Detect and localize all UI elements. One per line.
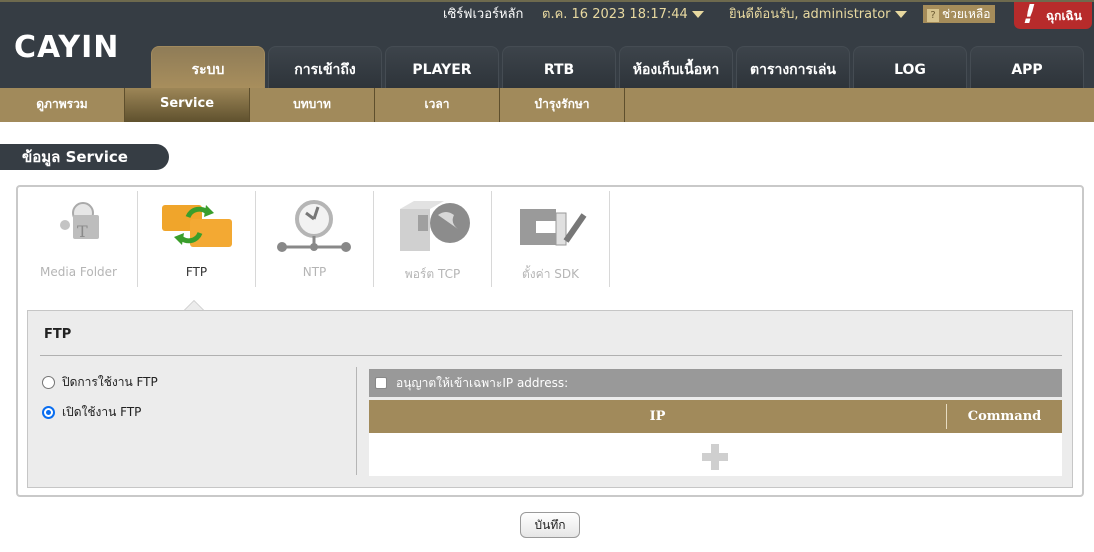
sub-navigation: ดูภาพรวม Service บทบาท เวลา บำรุงรักษา: [0, 88, 1094, 122]
tab-access[interactable]: การเข้าถึง: [268, 46, 382, 90]
subnav-service[interactable]: Service: [125, 88, 250, 122]
ftp-folders-icon: [162, 205, 232, 247]
chevron-down-icon: [691, 11, 704, 18]
service-ftp[interactable]: FTP: [138, 191, 256, 287]
emergency-label: ฉุกเฉิน: [1046, 9, 1082, 23]
datetime-text: ต.ค. 16 2023 18:17:44: [542, 7, 688, 22]
disable-ftp-option[interactable]: ปิดการใช้งาน FTP: [42, 373, 158, 392]
ftp-settings-panel: FTP ปิดการใช้งาน FTP เปิดใช้งาน FTP อนุญ…: [27, 310, 1073, 488]
sdk-tools-icon: [520, 209, 587, 246]
ip-restrict-checkbox[interactable]: [375, 377, 387, 389]
tab-content-storage[interactable]: ห้องเก็บเนื้อหา: [619, 46, 733, 90]
main-tabs: ระบบ การเข้าถึง PLAYER RTB ห้องเก็บเนื้อ…: [151, 46, 1087, 90]
ip-restriction-area: อนุญาตให้เข้าเฉพาะIP address: IP Command: [369, 369, 1062, 476]
service-ntp[interactable]: NTP: [256, 191, 374, 287]
ftp-section-title: FTP: [44, 327, 72, 342]
add-ip-plus-icon[interactable]: [702, 444, 728, 470]
enable-ftp-label: เปิดใช้งาน FTP: [62, 405, 142, 419]
welcome-text: ยินดีต้อนรับ, administrator: [729, 7, 891, 22]
help-label: ช่วยเหลือ: [942, 7, 991, 21]
service-panel: T Media Folder FTP NTP พอร์ต TCP ตั้งค่า…: [16, 185, 1084, 497]
user-menu[interactable]: ยินดีต้อนรับ, administrator: [729, 5, 907, 25]
service-media-folder[interactable]: T Media Folder: [20, 191, 138, 287]
tab-log[interactable]: LOG: [853, 46, 967, 90]
exclamation-icon: !: [1019, 0, 1040, 30]
divider: [40, 355, 1062, 356]
ip-restrict-label: อนุญาตให้เข้าเฉพาะIP address:: [396, 375, 569, 390]
tcp-server-globe-icon: [400, 201, 470, 251]
subnav-role[interactable]: บทบาท: [250, 88, 375, 122]
disable-ftp-radio[interactable]: [42, 376, 55, 389]
ip-restrict-bar: อนุญาตให้เข้าเฉพาะIP address:: [369, 369, 1062, 397]
ip-table-body: [369, 433, 1062, 476]
subnav-overview[interactable]: ดูภาพรวม: [0, 88, 125, 122]
server-label: เซิร์ฟเวอร์หลัก: [443, 7, 524, 22]
service-label: พอร์ต TCP: [404, 267, 461, 281]
tab-player[interactable]: PLAYER: [385, 46, 499, 90]
service-label: ตั้งค่า SDK: [522, 267, 579, 281]
service-tcp-port[interactable]: พอร์ต TCP: [374, 191, 492, 287]
ntp-clock-icon: [277, 200, 351, 252]
datetime-dropdown[interactable]: ต.ค. 16 2023 18:17:44: [542, 5, 704, 25]
tab-system[interactable]: ระบบ: [151, 46, 265, 90]
cayin-logo: CAYIN: [14, 30, 120, 65]
ip-table-header: IP Command: [369, 400, 1062, 433]
chevron-down-icon: [894, 11, 907, 18]
service-label: NTP: [302, 265, 327, 279]
column-header-ip: IP: [369, 404, 947, 429]
tab-schedule[interactable]: ตารางการเล่น: [736, 46, 850, 90]
vertical-divider: [356, 367, 357, 475]
emergency-button[interactable]: ! ฉุกเฉิน: [1014, 0, 1092, 30]
help-button[interactable]: ? ช่วยเหลือ: [923, 5, 995, 23]
save-button[interactable]: บันทึก: [520, 512, 580, 538]
subnav-time[interactable]: เวลา: [375, 88, 500, 122]
top-header: CAYIN เซิร์ฟเวอร์หลัก ต.ค. 16 2023 18:17…: [0, 0, 1094, 90]
tab-rtb[interactable]: RTB: [502, 46, 616, 90]
disable-ftp-label: ปิดการใช้งาน FTP: [62, 375, 158, 389]
column-header-command: Command: [967, 409, 1042, 424]
enable-ftp-radio[interactable]: [42, 406, 55, 419]
enable-ftp-option[interactable]: เปิดใช้งาน FTP: [42, 403, 141, 422]
service-sdk-settings[interactable]: ตั้งค่า SDK: [492, 191, 610, 287]
media-folder-icon: T: [60, 202, 99, 241]
service-selector: T Media Folder FTP NTP พอร์ต TCP ตั้งค่า…: [20, 191, 610, 289]
tab-app[interactable]: APP: [970, 46, 1084, 90]
question-icon: ?: [927, 9, 939, 22]
subnav-maintenance[interactable]: บำรุงรักษา: [500, 88, 625, 122]
service-label: Media Folder: [40, 265, 117, 279]
service-label: FTP: [185, 265, 208, 279]
svg-text:T: T: [77, 222, 88, 241]
page-title: ข้อมูล Service: [0, 144, 169, 170]
